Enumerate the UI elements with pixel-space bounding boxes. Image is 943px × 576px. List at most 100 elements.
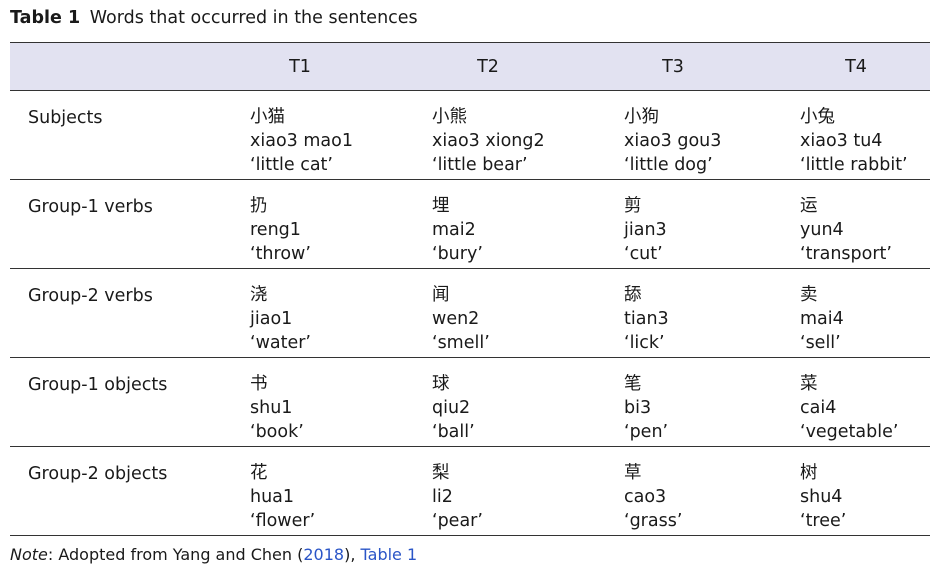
cell-gloss: ‘smell’ <box>432 333 490 353</box>
table-cell: 书 shu1 ‘book’ <box>250 372 304 444</box>
cell-pinyin: hua1 <box>250 487 295 507</box>
table-cell: 小猫 xiao3 mao1 ‘little cat’ <box>250 105 353 177</box>
cell-gloss: ‘tree’ <box>800 511 847 531</box>
table-row-group2-verbs: Group-2 verbs 浇 jiao1 ‘water’ 闻 wen2 ‘sm… <box>10 269 930 358</box>
table-cell: 剪 jian3 ‘cut’ <box>624 194 667 266</box>
table-cell: 运 yun4 ‘transport’ <box>800 194 892 266</box>
table-caption-text: Words that occurred in the sentences <box>89 8 418 28</box>
cell-pinyin: yun4 <box>800 220 844 240</box>
cell-gloss: ‘ball’ <box>432 422 475 442</box>
cell-hanzi: 卖 <box>800 285 818 305</box>
cell-hanzi: 运 <box>800 196 818 216</box>
table-reference-link[interactable]: Table 1 <box>361 545 418 564</box>
column-header-t2: T2 <box>477 57 499 77</box>
words-table: T1 T2 T3 T4 Subjects 小猫 xiao3 mao1 ‘litt… <box>10 42 930 536</box>
cell-hanzi: 菜 <box>800 374 818 394</box>
cell-hanzi: 舔 <box>624 285 642 305</box>
cell-gloss: ‘lick’ <box>624 333 665 353</box>
cell-hanzi: 树 <box>800 463 818 483</box>
table-cell: 树 shu4 ‘tree’ <box>800 461 846 533</box>
table-cell: 菜 cai4 ‘vegetable’ <box>800 372 898 444</box>
cell-gloss: ‘sell’ <box>800 333 841 353</box>
table-caption-label: Table 1 <box>10 8 81 28</box>
cell-hanzi: 小兔 <box>800 107 835 127</box>
cell-gloss: ‘water’ <box>250 333 311 353</box>
cell-pinyin: xiao3 gou3 <box>624 131 722 151</box>
column-header-t4: T4 <box>845 57 867 77</box>
table-cell: 闻 wen2 ‘smell’ <box>432 283 490 355</box>
table-cell: 浇 jiao1 ‘water’ <box>250 283 311 355</box>
cell-gloss: ‘pear’ <box>432 511 483 531</box>
cell-pinyin: qiu2 <box>432 398 471 418</box>
cell-gloss: ‘little dog’ <box>624 155 713 175</box>
table-header-row: T1 T2 T3 T4 <box>10 43 930 91</box>
cell-hanzi: 剪 <box>624 196 642 216</box>
table-cell: 球 qiu2 ‘ball’ <box>432 372 475 444</box>
cell-pinyin: jiao1 <box>250 309 293 329</box>
cell-gloss: ‘flower’ <box>250 511 316 531</box>
row-label: Group-1 verbs <box>28 197 153 217</box>
table-cell: 小兔 xiao3 tu4 ‘little rabbit’ <box>800 105 908 177</box>
note-text: : Adopted from Yang and Chen ( <box>47 545 304 564</box>
row-label: Group-1 objects <box>28 375 168 395</box>
cell-gloss: ‘bury’ <box>432 244 483 264</box>
table-cell: 扔 reng1 ‘throw’ <box>250 194 311 266</box>
row-label: Group-2 objects <box>28 464 168 484</box>
cell-gloss: ‘throw’ <box>250 244 311 264</box>
cell-pinyin: shu4 <box>800 487 843 507</box>
cell-pinyin: reng1 <box>250 220 301 240</box>
cell-gloss: ‘vegetable’ <box>800 422 899 442</box>
cell-pinyin: cao3 <box>624 487 667 507</box>
cell-pinyin: tian3 <box>624 309 669 329</box>
cell-hanzi: 书 <box>250 374 268 394</box>
note-label: Note <box>10 545 48 564</box>
cell-pinyin: li2 <box>432 487 453 507</box>
table-row-group1-objects: Group-1 objects 书 shu1 ‘book’ 球 qiu2 ‘ba… <box>10 358 930 447</box>
cell-pinyin: xiao3 xiong2 <box>432 131 545 151</box>
cell-hanzi: 草 <box>624 463 642 483</box>
cell-gloss: ‘little cat’ <box>250 155 333 175</box>
cell-hanzi: 埋 <box>432 196 450 216</box>
table-note: Note: Adopted from Yang and Chen (2018),… <box>10 544 417 566</box>
table-cell: 花 hua1 ‘flower’ <box>250 461 315 533</box>
cell-gloss: ‘cut’ <box>624 244 663 264</box>
cell-pinyin: cai4 <box>800 398 837 418</box>
cell-gloss: ‘little bear’ <box>432 155 528 175</box>
cell-hanzi: 浇 <box>250 285 268 305</box>
column-header-t3: T3 <box>662 57 684 77</box>
citation-year-link[interactable]: 2018 <box>303 545 344 564</box>
cell-hanzi: 小猫 <box>250 107 285 127</box>
note-text-mid: ), <box>344 545 361 564</box>
cell-gloss: ‘book’ <box>250 422 304 442</box>
cell-hanzi: 笔 <box>624 374 642 394</box>
table-row-group1-verbs: Group-1 verbs 扔 reng1 ‘throw’ 埋 mai2 ‘bu… <box>10 180 930 269</box>
cell-pinyin: xiao3 mao1 <box>250 131 353 151</box>
table-cell: 卖 mai4 ‘sell’ <box>800 283 844 355</box>
table-cell: 梨 li2 ‘pear’ <box>432 461 483 533</box>
cell-pinyin: mai4 <box>800 309 844 329</box>
table-row-subjects: Subjects 小猫 xiao3 mao1 ‘little cat’ 小熊 x… <box>10 91 930 180</box>
cell-hanzi: 花 <box>250 463 268 483</box>
table-cell: 舔 tian3 ‘lick’ <box>624 283 669 355</box>
table-cell: 草 cao3 ‘grass’ <box>624 461 682 533</box>
table-cell: 埋 mai2 ‘bury’ <box>432 194 483 266</box>
cell-pinyin: wen2 <box>432 309 480 329</box>
cell-hanzi: 小狗 <box>624 107 659 127</box>
column-header-t1: T1 <box>289 57 311 77</box>
cell-hanzi: 扔 <box>250 196 268 216</box>
cell-pinyin: xiao3 tu4 <box>800 131 883 151</box>
row-label: Subjects <box>28 108 103 128</box>
table-caption: Table 1 Words that occurred in the sente… <box>10 6 418 30</box>
cell-gloss: ‘grass’ <box>624 511 683 531</box>
cell-gloss: ‘transport’ <box>800 244 892 264</box>
cell-hanzi: 球 <box>432 374 450 394</box>
table-row-group2-objects: Group-2 objects 花 hua1 ‘flower’ 梨 li2 ‘p… <box>10 447 930 535</box>
cell-gloss: ‘little rabbit’ <box>800 155 908 175</box>
table-cell: 小狗 xiao3 gou3 ‘little dog’ <box>624 105 721 177</box>
table-cell: 笔 bi3 ‘pen’ <box>624 372 668 444</box>
cell-pinyin: shu1 <box>250 398 293 418</box>
table-cell: 小熊 xiao3 xiong2 ‘little bear’ <box>432 105 545 177</box>
row-label: Group-2 verbs <box>28 286 153 306</box>
cell-hanzi: 小熊 <box>432 107 467 127</box>
cell-pinyin: mai2 <box>432 220 476 240</box>
